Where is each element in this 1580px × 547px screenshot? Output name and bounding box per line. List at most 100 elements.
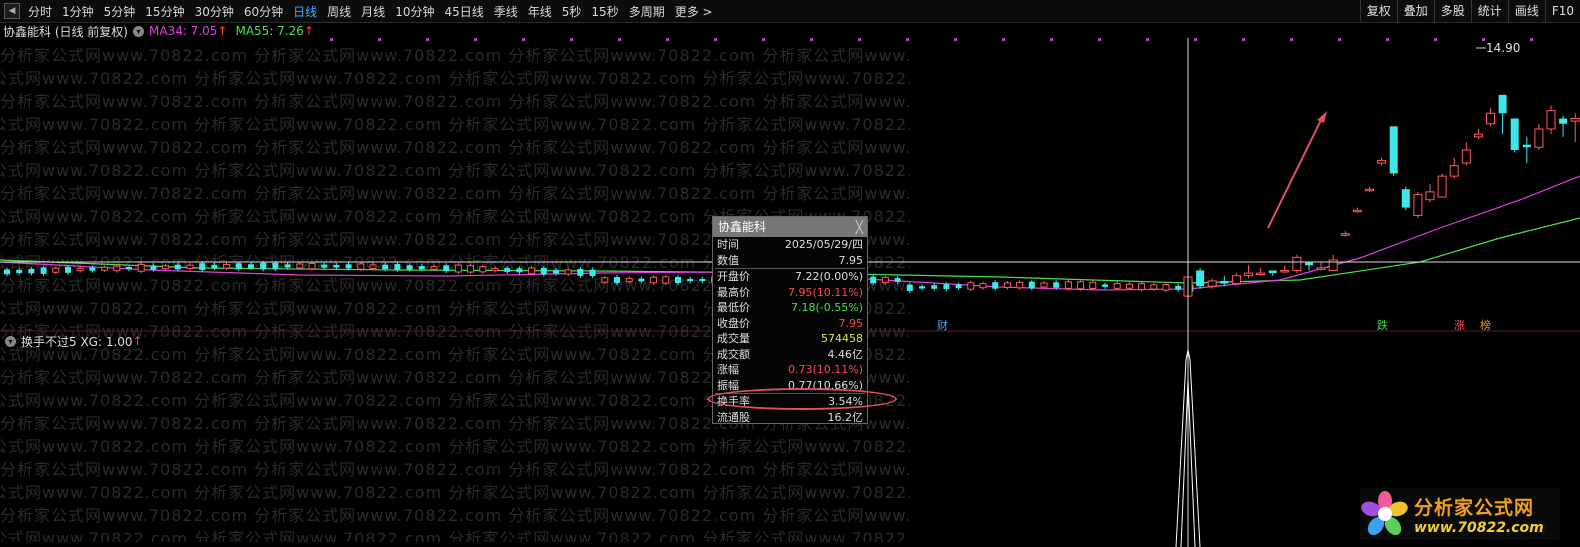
close-icon[interactable]: ╳ <box>856 217 863 237</box>
candle-body <box>1316 267 1326 270</box>
candle-body <box>1150 284 1158 290</box>
tooltip-row: 最高价 7.95(10.11%) <box>713 285 867 301</box>
candle-body <box>1077 281 1085 290</box>
tooltip-row-label: 涨幅 <box>717 363 739 376</box>
tooltip-row-label: 最低价 <box>717 301 750 314</box>
candle-body <box>625 277 633 283</box>
candle-body <box>1389 126 1398 174</box>
candle-body <box>979 283 987 289</box>
event-cai-badge[interactable]: 财 <box>935 319 950 333</box>
candle-body <box>1510 118 1519 150</box>
candle-body <box>89 267 96 271</box>
signal-dot <box>1242 38 1245 41</box>
candle-body <box>333 265 340 268</box>
candle-body <box>454 264 462 273</box>
candle-body <box>1340 233 1350 236</box>
candle-body <box>614 277 620 283</box>
candle-body <box>894 278 901 282</box>
signal-dot <box>1482 38 1485 41</box>
candle-body <box>308 262 316 270</box>
tooltip-row-value: 7.18(-0.55%) <box>791 301 863 314</box>
tooltip-row-value: 2025/05/29/四 <box>784 238 863 251</box>
candle-body <box>1053 282 1060 288</box>
candle-body <box>601 277 609 283</box>
candle-body <box>418 266 425 270</box>
candle-body <box>1449 165 1459 177</box>
candle-body <box>52 267 60 273</box>
candle-body <box>1498 94 1507 114</box>
candle-body <box>40 267 47 274</box>
tooltip-row-value: 4.46亿 <box>827 347 864 361</box>
candle-body <box>1089 281 1097 289</box>
signal-dot <box>330 38 333 41</box>
candle-body <box>1413 193 1423 216</box>
candle-body <box>662 276 670 284</box>
candle-body <box>382 264 389 270</box>
tooltip-row: 收盘价 7.95 <box>713 316 867 332</box>
candle-body <box>1102 284 1108 287</box>
tooltip-row-value: 16.2亿 <box>827 410 864 424</box>
signal-dot <box>1290 38 1293 41</box>
tooltip-row: 流通股 16.2亿 <box>713 410 867 426</box>
candle-body <box>1401 189 1410 208</box>
tooltip-row-value: 7.95 <box>838 316 864 330</box>
tooltip-row-value: 7.95 <box>838 253 864 267</box>
brand-logo: 分析家公式网 www.70822.com <box>1360 488 1560 540</box>
turnover-highlight-ellipse <box>707 388 897 410</box>
candle-body <box>1207 280 1217 287</box>
candle-body <box>28 268 35 274</box>
candle-body <box>16 269 23 274</box>
candle-body <box>699 278 706 282</box>
signal-dot <box>474 38 477 41</box>
tooltip-title: 协鑫能科 <box>718 220 767 234</box>
high-price-label: 14.90 <box>1486 41 1521 55</box>
candle-body <box>516 268 523 273</box>
candle-body <box>76 267 84 272</box>
tooltip-row-label: 最高价 <box>717 285 750 299</box>
tooltip-row: 时间 2025/05/29/四 <box>713 237 867 253</box>
candle-body <box>1220 280 1229 284</box>
tooltip-row-value: 7.22(0.00%) <box>794 270 863 283</box>
signal-dot <box>378 38 381 41</box>
candle-body <box>186 264 194 270</box>
candle-body <box>1028 281 1035 289</box>
tooltip-row-value: 574458 <box>821 332 863 345</box>
tooltip-row-label: 流通股 <box>717 410 750 424</box>
tooltip-row-label: 收盘价 <box>717 316 750 330</box>
tooltip-row-label: 数值 <box>717 253 739 267</box>
candle-body <box>235 263 242 270</box>
tooltip-row-label: 成交额 <box>717 347 750 361</box>
candle-body <box>919 286 925 289</box>
indicator-settings-icon[interactable]: ▾ <box>5 335 16 347</box>
candle-body <box>1162 284 1170 291</box>
event-zhang-badge[interactable]: 涨 <box>1452 319 1467 333</box>
candle-body <box>443 265 450 272</box>
candle-body <box>1016 281 1024 289</box>
tooltip-row-label: 成交量 <box>717 332 750 345</box>
flower-logo-icon <box>1360 489 1410 539</box>
candle-body <box>1570 117 1580 122</box>
signal-dots <box>330 38 1533 41</box>
candle-body <box>126 267 132 270</box>
event-die-badge[interactable]: 跌 <box>1375 319 1390 333</box>
candle-body <box>491 268 499 272</box>
tooltip-row-value: 0.73(10.11%) <box>787 363 863 376</box>
signal-dot <box>906 38 909 41</box>
candle-body <box>564 269 572 275</box>
signal-dot <box>1146 38 1149 41</box>
signal-dot <box>426 38 429 41</box>
signal-dot <box>570 38 573 41</box>
candle-body <box>870 276 877 284</box>
candle-body <box>223 263 231 269</box>
candle-body <box>931 285 938 289</box>
signal-dot <box>1434 38 1437 41</box>
trend-arrow <box>1267 111 1327 229</box>
tooltip-row: 成交额 4.46亿 <box>713 347 867 363</box>
indicator-header: ▾ 换手不过5 XG: 1.00 ↑ <box>0 333 143 349</box>
candle-body <box>137 263 145 272</box>
tooltip-row: 数值 7.95 <box>713 253 867 269</box>
candle-body <box>296 263 304 269</box>
event-bang-badge[interactable]: 榜 <box>1478 319 1493 333</box>
tooltip-row-label: 开盘价 <box>717 270 750 283</box>
candle-body <box>1473 133 1483 138</box>
